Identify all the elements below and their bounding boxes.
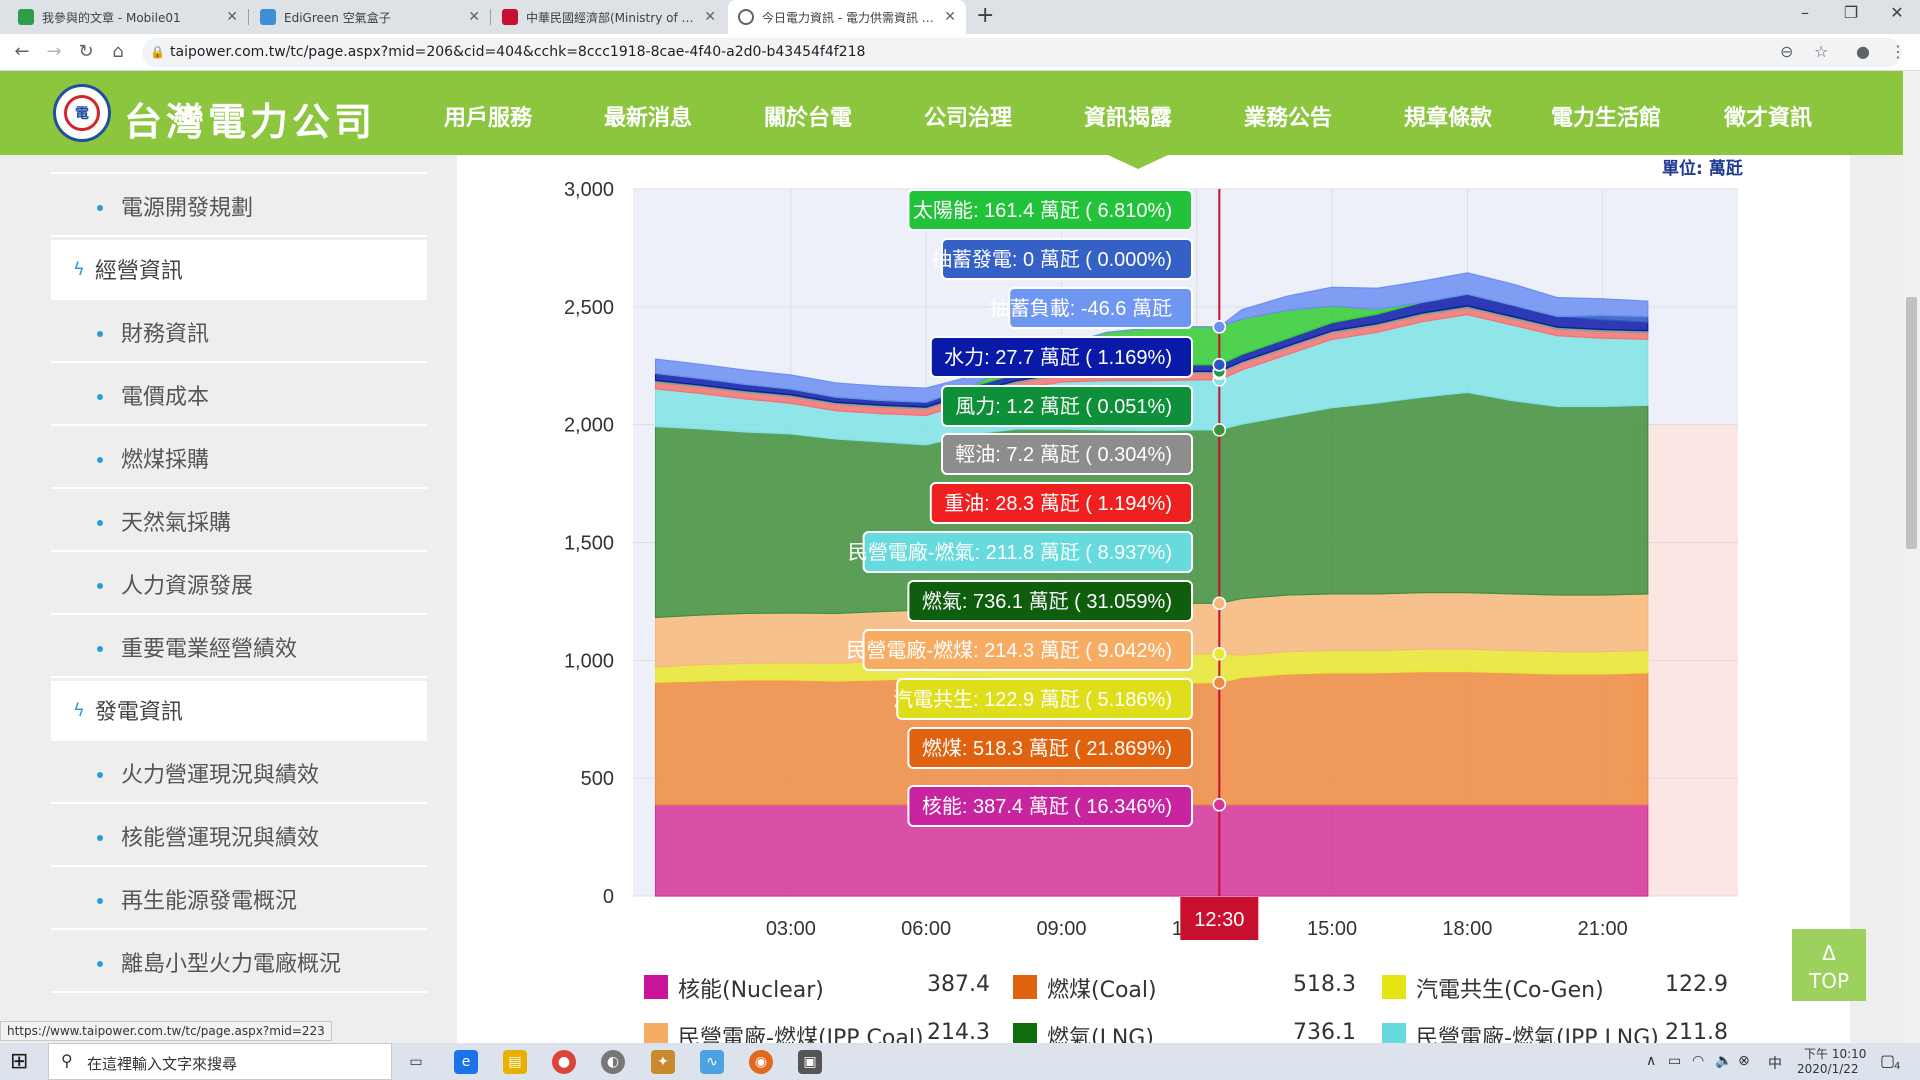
legend-entry[interactable]: 燃煤(Coal) 518.3 [1013,972,1373,1003]
tooltip-label: 燃氣: 736.1 萬瓩 ( 31.059%) [922,590,1172,613]
windows-taskbar: ⊞ ⚲ 在這裡輸入文字來搜尋 ▭ e ▤ ● ◐ ✦ ∿ ◉ ▣ ∧ ▭ ◠ 🔈… [0,1043,1920,1080]
y-tick-label: 3,000 [564,179,614,201]
tooltip-label: 輕油: 7.2 萬瓩 ( 0.304%) [955,443,1172,466]
cursor-marker [1212,596,1227,611]
legend-value: 387.4 [927,972,990,997]
legend-swatch [644,975,668,999]
volume-icon[interactable]: 🔈 [1715,1053,1732,1069]
x-tick-label: 15:00 [1307,918,1357,940]
tray-overflow-icon[interactable]: ∧ [1646,1053,1656,1069]
taskbar-search-box[interactable]: ⚲ 在這裡輸入文字來搜尋 [48,1043,392,1080]
app-icon[interactable]: ∿ [700,1050,724,1074]
app-icon[interactable]: ▣ [798,1050,822,1074]
tooltip-label: 抽蓄發電: 0 萬瓩 ( 0.000%) [932,248,1172,271]
windows-start-icon[interactable]: ⊞ [10,1049,28,1074]
y-tick-label: 1,000 [564,650,614,672]
status-bar-url: https://www.taipower.com.tw/tc/page.aspx… [0,1021,332,1041]
legend-value: 211.8 [1665,1020,1728,1045]
cursor-marker [1212,675,1227,690]
y-tick-label: 1,500 [564,533,614,555]
legend-label: 核能(Nuclear) [678,978,824,1003]
tooltip-label: 汽電共生: 122.9 萬瓩 ( 5.186%) [893,688,1172,711]
y-tick-label: 2,500 [564,297,614,319]
legend-value: 214.3 [927,1020,990,1045]
chrome-icon[interactable]: ● [552,1050,576,1074]
task-view-icon[interactable]: ▭ [404,1050,428,1074]
wifi-icon[interactable]: ◠ [1692,1053,1704,1069]
ime-icon[interactable]: 中 [1768,1053,1782,1073]
notification-icon[interactable]: ▢ [1880,1051,1895,1070]
tooltip-label: 重油: 28.3 萬瓩 ( 1.194%) [944,492,1172,515]
file-explorer-icon[interactable]: ▤ [503,1050,527,1074]
cursor-marker [1212,358,1227,372]
x-tick-label: 06:00 [901,918,951,940]
power-generation-chart: 3,000 2,500 2,000 1,500 1,000 500 0 03:00 06:00 0… [564,179,1738,940]
legend-entry[interactable]: 汽電共生(Co-Gen) 122.9 [1382,972,1742,1003]
up-arrow-icon: Δ [1822,941,1836,965]
x-tick-label: 03:00 [766,918,816,940]
legend-value: 122.9 [1665,972,1728,997]
cursor-marker [1212,798,1227,812]
search-icon: ⚲ [61,1051,73,1070]
taskbar-search-placeholder[interactable]: 在這裡輸入文字來搜尋 [87,1053,237,1074]
edge-icon[interactable]: e [454,1050,478,1074]
cursor-time-label: 12:30 [1194,909,1244,931]
top-button-label: TOP [1808,969,1850,993]
notification-count: 4 [1894,1061,1901,1072]
app-icon[interactable]: ◐ [601,1050,625,1074]
y-tick-label: 500 [581,768,614,790]
x-tick-label: 18:00 [1442,918,1492,940]
cursor-marker [1212,646,1227,661]
legend-swatch [1382,975,1406,999]
tooltip-label: 抽蓄負載: -46.6 萬瓩 [990,297,1172,320]
app-icon[interactable]: ◉ [749,1050,773,1074]
tooltip-label: 民營電廠-燃氣: 211.8 萬瓩 ( 8.937%) [848,540,1172,564]
x-tick-label: 21:00 [1578,918,1628,940]
y-tick-label: 2,000 [564,415,614,437]
tooltip-label: 水力: 27.7 萬瓩 ( 1.169%) [944,346,1172,369]
legend-entry[interactable]: 核能(Nuclear) 387.4 [644,972,1004,1003]
legend-label: 燃煤(Coal) [1047,978,1157,1003]
x-tick-label: 09:00 [1036,918,1086,940]
cursor-marker [1212,320,1227,334]
scrollbar-thumb[interactable] [1906,297,1917,549]
battery-icon[interactable]: ▭ [1668,1053,1681,1069]
back-to-top-button[interactable]: Δ TOP [1792,929,1866,1001]
network-off-icon[interactable]: ⊗ [1738,1053,1750,1069]
tooltip-label: 風力: 1.2 萬瓩 ( 0.051%) [955,395,1172,418]
taskbar-time[interactable]: 下午 10:10 [1804,1045,1866,1062]
tooltip-label: 民營電廠-燃煤: 214.3 萬瓩 ( 9.042%) [846,638,1172,662]
cursor-marker [1212,423,1227,437]
legend-label: 汽電共生(Co-Gen) [1416,978,1604,1003]
legend-value: 518.3 [1293,972,1356,997]
app-icon[interactable]: ✦ [651,1050,675,1074]
page-scrollbar[interactable] [1903,71,1920,1043]
legend-swatch [1013,975,1037,999]
y-tick-label: 0 [603,886,614,908]
tooltip-label: 太陽能: 161.4 萬瓩 ( 6.810%) [913,199,1172,222]
legend-value: 736.1 [1293,1020,1356,1045]
tooltip-label: 核能: 387.4 萬瓩 ( 16.346%) [922,795,1172,818]
tooltip-label: 燃煤: 518.3 萬瓩 ( 21.869%) [922,737,1172,760]
taskbar-date[interactable]: 2020/1/22 [1797,1062,1859,1076]
